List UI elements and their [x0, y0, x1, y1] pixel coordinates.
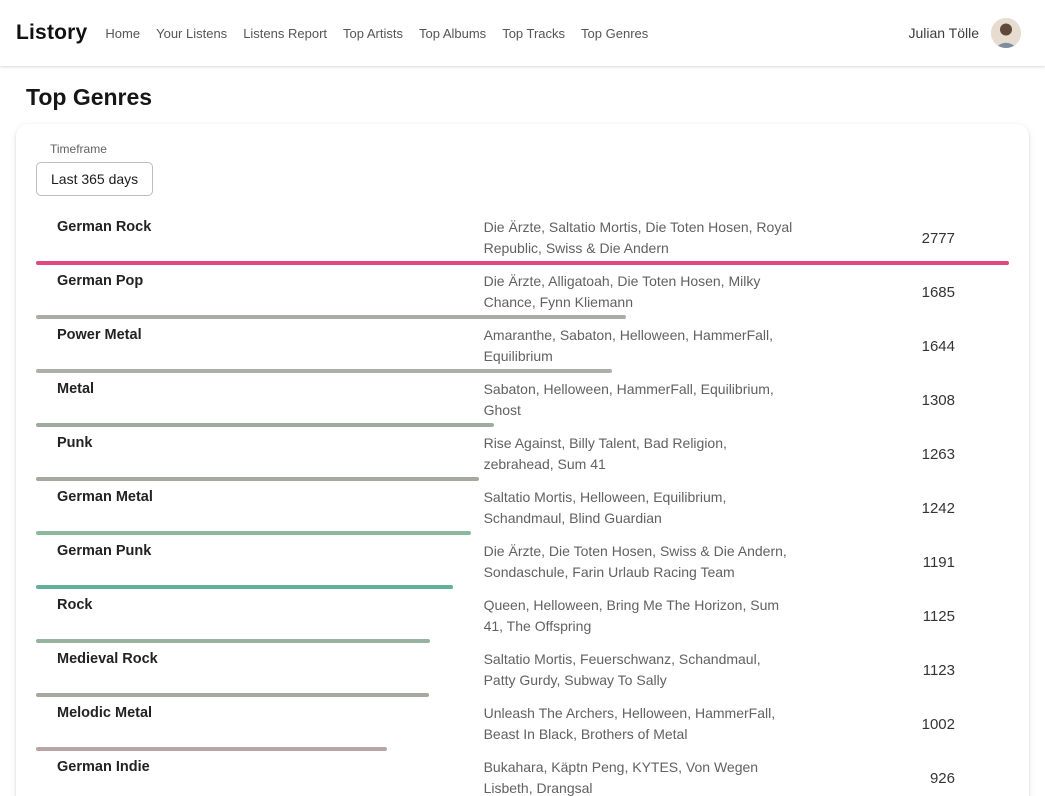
genre-count: 1191 [795, 552, 1009, 573]
genre-artists: Amaranthe, Sabaton, Helloween, HammerFal… [484, 325, 795, 367]
genre-artists: Queen, Helloween, Bring Me The Horizon, … [484, 595, 795, 637]
nav-top-albums[interactable]: Top Albums [419, 26, 486, 41]
genre-name: German Rock [36, 217, 484, 238]
genre-row: German Rock Die Ärzte, Saltatio Mortis, … [36, 211, 1009, 265]
nav-top-tracks[interactable]: Top Tracks [502, 26, 565, 41]
genre-artists: Saltatio Mortis, Feuerschwanz, Schandmau… [484, 649, 795, 691]
page-content: Top Genres Timeframe Last 365 days Germa… [0, 84, 1045, 796]
genre-artists: Die Ärzte, Die Toten Hosen, Swiss & Die … [484, 541, 795, 583]
user-menu[interactable]: Julian Tölle [908, 18, 1021, 48]
nav-listens-report[interactable]: Listens Report [243, 26, 327, 41]
genre-name: Power Metal [36, 325, 484, 346]
genre-artists: Unleash The Archers, Helloween, HammerFa… [484, 703, 795, 745]
genre-row: Metal Sabaton, Helloween, HammerFall, Eq… [36, 373, 1009, 427]
genre-row: Power Metal Amaranthe, Sabaton, Hellowee… [36, 319, 1009, 373]
genre-count: 1123 [795, 660, 1009, 681]
user-avatar[interactable] [991, 18, 1021, 48]
user-name: Julian Tölle [908, 25, 979, 41]
top-genres-card: Timeframe Last 365 days German Rock Die … [16, 124, 1029, 796]
genre-artists: Rise Against, Billy Talent, Bad Religion… [484, 433, 795, 475]
timeframe-select[interactable]: Last 365 days [36, 162, 153, 196]
nav-home[interactable]: Home [105, 26, 140, 41]
nav-top-artists[interactable]: Top Artists [343, 26, 403, 41]
genre-count: 1263 [795, 444, 1009, 465]
genre-count: 1002 [795, 714, 1009, 735]
top-navbar: Listory Home Your Listens Listens Report… [0, 0, 1045, 66]
avatar-image [991, 18, 1021, 48]
timeframe-label: Timeframe [50, 142, 1009, 156]
genre-artists: Saltatio Mortis, Helloween, Equilibrium,… [484, 487, 795, 529]
genres-table: German Rock Die Ärzte, Saltatio Mortis, … [36, 211, 1009, 796]
genre-row: German Pop Die Ärzte, Alligatoah, Die To… [36, 265, 1009, 319]
genre-artists: Die Ärzte, Saltatio Mortis, Die Toten Ho… [484, 217, 795, 259]
genre-count: 926 [795, 768, 1009, 789]
genre-name: German Pop [36, 271, 484, 292]
genre-artists: Bukahara, Käptn Peng, KYTES, Von Wegen L… [484, 757, 795, 796]
timeframe-control: Timeframe Last 365 days [36, 142, 1009, 196]
genre-name: German Metal [36, 487, 484, 508]
main-nav: Home Your Listens Listens Report Top Art… [105, 26, 648, 41]
app-logo[interactable]: Listory [16, 21, 87, 45]
genre-row: German Punk Die Ärzte, Die Toten Hosen, … [36, 535, 1009, 589]
genre-row: Punk Rise Against, Billy Talent, Bad Rel… [36, 427, 1009, 481]
genre-row: German Metal Saltatio Mortis, Helloween,… [36, 481, 1009, 535]
genre-name: Punk [36, 433, 484, 454]
genre-count: 1685 [795, 282, 1009, 303]
genre-name: Metal [36, 379, 484, 400]
genre-artists: Sabaton, Helloween, HammerFall, Equilibr… [484, 379, 795, 421]
nav-top-genres[interactable]: Top Genres [581, 26, 648, 41]
timeframe-selected-value: Last 365 days [51, 171, 138, 187]
genre-name: Medieval Rock [36, 649, 484, 670]
genre-row: Rock Queen, Helloween, Bring Me The Hori… [36, 589, 1009, 643]
page-title: Top Genres [26, 84, 1019, 111]
genre-artists: Die Ärzte, Alligatoah, Die Toten Hosen, … [484, 271, 795, 313]
genre-row: Melodic Metal Unleash The Archers, Hello… [36, 697, 1009, 751]
genre-row: Medieval Rock Saltatio Mortis, Feuerschw… [36, 643, 1009, 697]
genre-name: Melodic Metal [36, 703, 484, 724]
genre-count: 1644 [795, 336, 1009, 357]
genre-name: German Indie [36, 757, 484, 778]
genre-count: 1242 [795, 498, 1009, 519]
genre-count: 2777 [795, 228, 1009, 249]
genre-name: German Punk [36, 541, 484, 562]
genre-count: 1125 [795, 606, 1009, 627]
genre-count: 1308 [795, 390, 1009, 411]
nav-your-listens[interactable]: Your Listens [156, 26, 227, 41]
genre-row: German Indie Bukahara, Käptn Peng, KYTES… [36, 751, 1009, 796]
genre-name: Rock [36, 595, 484, 616]
